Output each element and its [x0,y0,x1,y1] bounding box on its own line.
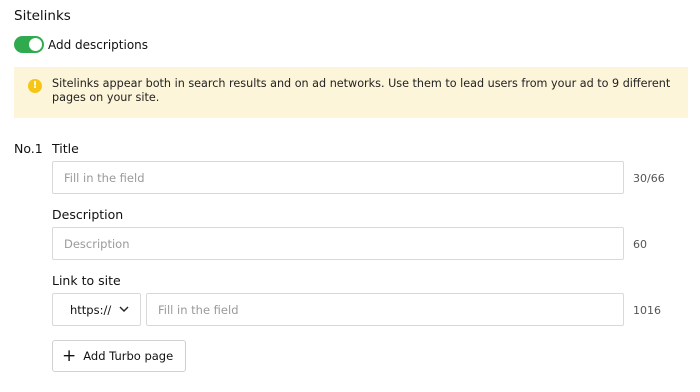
title-counter: 30/66 [633,172,665,185]
add-turbo-page-button[interactable]: + Add Turbo page [52,340,186,372]
add-turbo-page-label: Add Turbo page [83,349,174,363]
description-input[interactable] [52,227,624,260]
plus-icon: + [62,345,77,366]
sitelink-number: No.1 [14,141,43,156]
description-label: Description [52,207,124,222]
link-counter: 1016 [633,304,661,317]
title-label: Title [52,141,79,156]
sitelinks-notice: ! Sitelinks appear both in search result… [14,67,688,118]
protocol-value: https:// [70,302,112,317]
add-descriptions-toggle[interactable] [14,36,44,53]
add-descriptions-row: Add descriptions [14,36,148,53]
chevron-down-icon [119,306,129,312]
description-counter: 60 [633,238,647,251]
toggle-knob [29,38,42,51]
title-input[interactable] [52,161,624,194]
notice-text: Sitelinks appear both in search results … [52,77,671,104]
sitelinks-section-title: Sitelinks [14,8,71,24]
protocol-select[interactable]: https:// [52,293,141,326]
link-input[interactable] [146,293,624,326]
add-descriptions-label: Add descriptions [48,37,149,52]
warning-icon: ! [28,79,42,93]
link-label: Link to site [52,273,121,288]
